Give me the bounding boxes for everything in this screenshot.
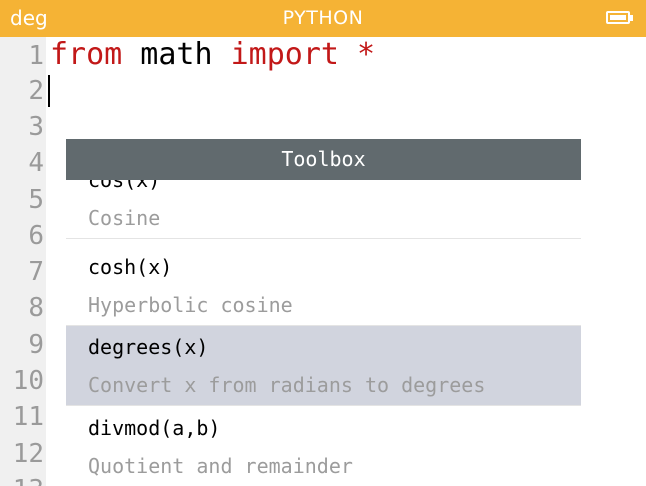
item-name: cos(x) xyxy=(88,180,161,192)
item-description: Cosine xyxy=(88,206,161,230)
line-number: 11 xyxy=(12,402,44,432)
toolbox-item-cos[interactable]: cos(x) Cosine xyxy=(66,180,581,239)
line-number: 3 xyxy=(28,112,44,142)
status-bar: deg PYTHON xyxy=(0,0,646,37)
line-number: 7 xyxy=(28,257,44,287)
code-line-1[interactable]: from math import * xyxy=(50,37,375,73)
module-name: math xyxy=(122,37,231,72)
toolbox-title: Toolbox xyxy=(66,139,581,180)
line-number: 4 xyxy=(28,148,44,178)
wildcard-symbol: * xyxy=(339,37,376,72)
line-number: 1 xyxy=(28,41,44,71)
keyword-from: from xyxy=(50,37,123,72)
toolbox-list[interactable]: cos(x) Cosine cosh(x) Hyperbolic cosine … xyxy=(66,180,581,486)
toolbox-item-cosh[interactable]: cosh(x) Hyperbolic cosine xyxy=(66,246,581,326)
item-description: Hyperbolic cosine xyxy=(88,293,293,317)
item-description: Convert x from radians to degrees xyxy=(88,373,486,397)
item-name: degrees(x) xyxy=(88,335,209,359)
item-name: cosh(x) xyxy=(88,255,173,279)
toolbox-item-divmod[interactable]: divmod(a,b) Quotient and remainder xyxy=(66,407,581,486)
battery-tip xyxy=(630,15,633,21)
battery-full-icon xyxy=(606,11,630,24)
line-number: 6 xyxy=(28,221,44,251)
item-name: divmod(a,b) xyxy=(88,416,221,440)
line-number: 13 xyxy=(0,472,44,486)
app-title: PYTHON xyxy=(282,7,364,29)
keyword-import: import xyxy=(230,37,339,72)
line-number: 12 xyxy=(12,439,44,469)
toolbox-item-degrees[interactable]: degrees(x) Convert x from radians to deg… xyxy=(66,326,581,406)
line-number: 5 xyxy=(28,185,44,215)
item-description: Quotient and remainder xyxy=(88,454,353,478)
line-number: 8 xyxy=(28,293,44,323)
text-cursor xyxy=(48,75,50,107)
line-number: 10 xyxy=(12,366,44,396)
line-number: 9 xyxy=(28,330,44,360)
line-number-peek: 13 xyxy=(0,472,44,486)
toolbox-panel: Toolbox cos(x) Cosine cosh(x) Hyperbolic… xyxy=(66,139,581,486)
line-number: 2 xyxy=(28,76,44,106)
